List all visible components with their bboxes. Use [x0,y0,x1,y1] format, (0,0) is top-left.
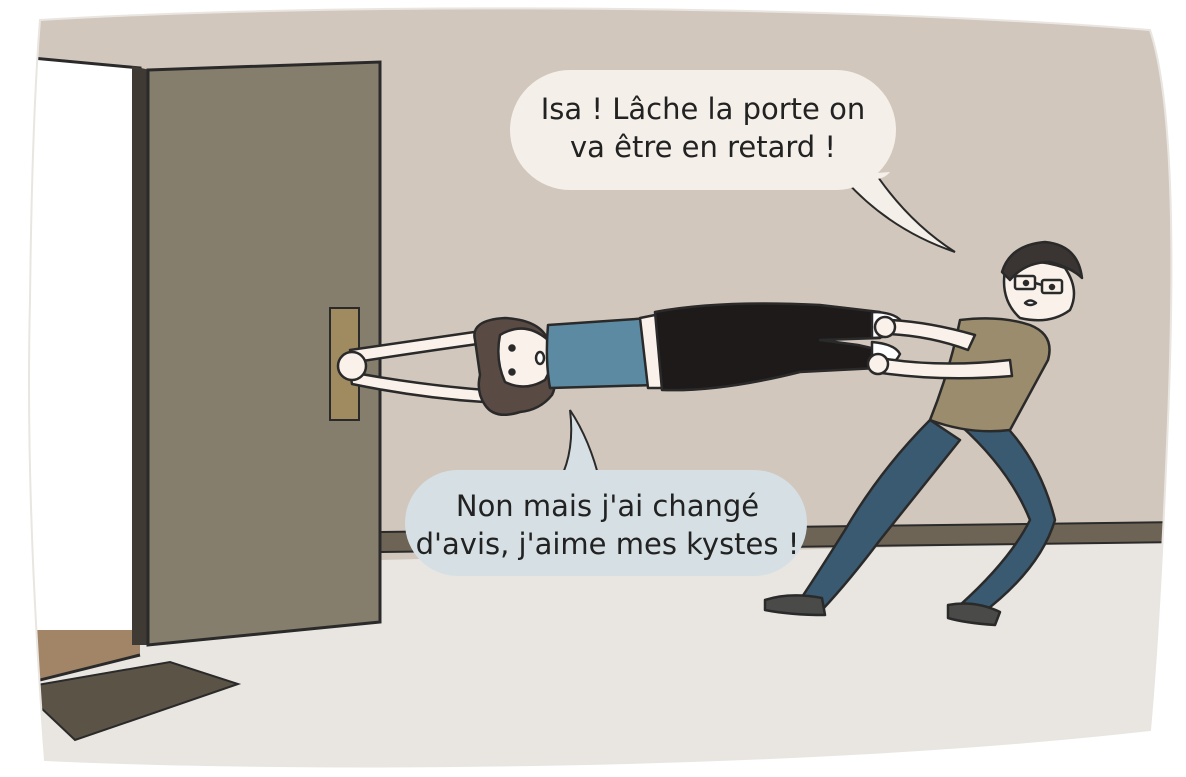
speech-line: Isa ! Lâche la porte on [540,92,866,126]
speech-line: va être en retard ! [569,130,837,164]
speech-text-woman: Non mais j'ai changé d'avis, j'aime mes … [410,487,805,563]
speech-text-man: Isa ! Lâche la porte on va être en retar… [513,90,893,166]
speech-line: Non mais j'ai changé [455,489,760,523]
doorway-opening [29,53,142,657]
speech-line: d'avis, j'aime mes kystes ! [415,527,800,561]
